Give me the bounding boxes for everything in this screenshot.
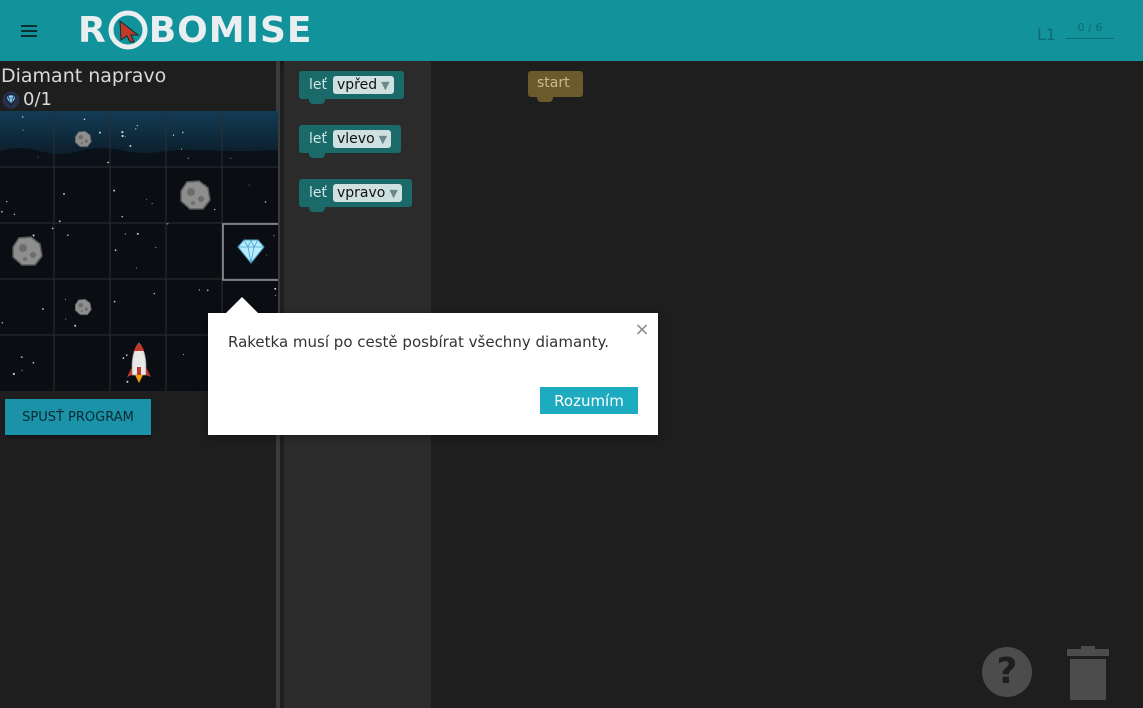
robomise-logo[interactable]: R BOMISE: [78, 9, 313, 51]
dropdown-arrow-icon: ▼: [381, 78, 390, 92]
direction-dropdown[interactable]: vpřed ▼: [333, 76, 394, 94]
top-bar: R BOMISE L1 0 / 6: [0, 0, 1143, 61]
fly-forward-block[interactable]: leť vpřed ▼: [299, 71, 404, 104]
instruction-popup: Raketka musí po cestě posbírat všechny d…: [208, 297, 658, 435]
asteroid-large-icon: [12, 236, 43, 266]
logo-rocket-icon: [108, 10, 148, 50]
task-title: Diamant napravo: [1, 65, 167, 87]
trash-icon[interactable]: [1067, 646, 1109, 700]
close-icon[interactable]: ×: [632, 321, 652, 341]
start-block[interactable]: start: [528, 71, 583, 102]
understand-button[interactable]: Rozumím: [540, 387, 638, 414]
direction-dropdown[interactable]: vlevo ▼: [333, 130, 392, 148]
direction-dropdown[interactable]: vpravo ▼: [333, 184, 402, 202]
logo-text-start: R: [78, 9, 107, 51]
dropdown-value: vlevo: [337, 131, 375, 147]
popup-pointer: [226, 297, 258, 313]
logo-text-end: BOMISE: [148, 9, 313, 51]
level-label: L1: [1037, 25, 1057, 44]
help-icon[interactable]: ?: [982, 647, 1032, 697]
diamond-counter-text: 0/1: [23, 89, 52, 110]
fly-left-block[interactable]: leť vlevo ▼: [299, 125, 401, 158]
block-label: leť: [309, 185, 327, 201]
asteroid-small-icon: [74, 298, 92, 316]
menu-icon[interactable]: [19, 20, 43, 40]
diamond-icon: [237, 238, 265, 264]
block-label: leť: [309, 131, 327, 147]
dropdown-arrow-icon: ▼: [389, 186, 398, 200]
level-progress: 0 / 6: [1077, 21, 1103, 34]
fly-right-block[interactable]: leť vpravo ▼: [299, 179, 412, 212]
popup-message: Raketka musí po cestě posbírat všechny d…: [228, 333, 610, 351]
level-progress-line: [1066, 38, 1114, 39]
run-program-button[interactable]: SPUSŤ PROGRAM: [5, 399, 151, 435]
dropdown-value: vpravo: [337, 185, 386, 201]
dropdown-arrow-icon: ▼: [378, 132, 388, 146]
diamond-counter-icon: [2, 91, 20, 108]
rocket-icon: [127, 342, 151, 383]
block-label: leť: [309, 77, 327, 93]
dropdown-value: vpřed: [337, 77, 378, 93]
diamond-counter: 0/1: [2, 89, 52, 110]
